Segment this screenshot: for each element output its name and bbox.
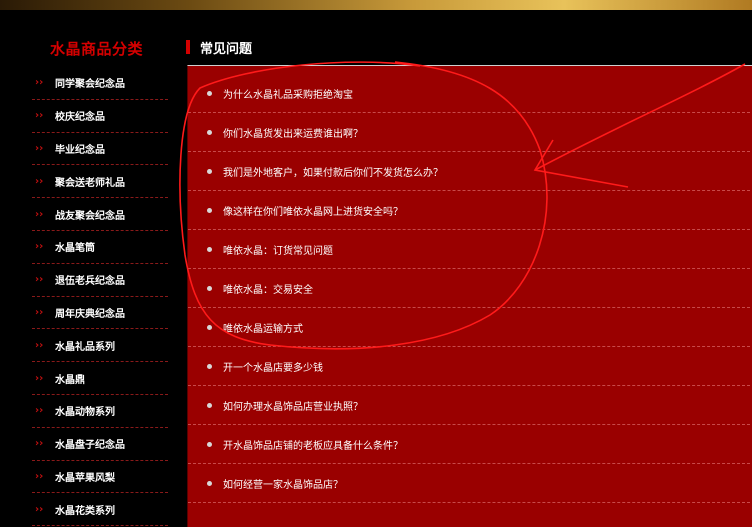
- double-chevron-icon: ››: [35, 175, 44, 187]
- sidebar-item-label[interactable]: 同学聚会纪念品: [55, 75, 125, 90]
- sidebar-item-label[interactable]: 退伍老兵纪念品: [55, 272, 125, 287]
- double-chevron-icon: ››: [35, 110, 44, 122]
- faq-item[interactable]: 你们水晶货发出来运费谁出啊？: [188, 113, 750, 152]
- double-chevron-icon: ››: [35, 306, 44, 318]
- double-chevron-icon: ››: [35, 142, 44, 154]
- sidebar-item[interactable]: ›› 水晶花类系列: [32, 493, 168, 527]
- faq-link[interactable]: 像这样在你们唯依水晶网上进货安全吗？: [223, 203, 403, 218]
- sidebar-item-label[interactable]: 水晶礼品系列: [55, 338, 115, 353]
- bullet-icon: [207, 168, 212, 174]
- sidebar-item[interactable]: ›› 周年庆典纪念品: [32, 297, 168, 330]
- faq-link[interactable]: 如何办理水晶饰品店营业执照？: [223, 398, 363, 413]
- faq-item[interactable]: 开水晶饰品店铺的老板应具备什么条件？: [188, 425, 750, 464]
- sidebar-item[interactable]: ›› 校庆纪念品: [32, 100, 168, 133]
- sidebar-item[interactable]: ›› 退伍老兵纪念品: [32, 264, 168, 297]
- bullet-icon: [207, 90, 212, 96]
- double-chevron-icon: ››: [35, 241, 44, 253]
- faq-item[interactable]: 我们是外地客户，如果付款后你们不发货怎么办？: [188, 152, 750, 191]
- faq-link[interactable]: 开水晶饰品店铺的老板应具备什么条件？: [223, 437, 403, 452]
- main-header: 常见问题: [186, 38, 253, 57]
- bullet-icon: [207, 246, 212, 252]
- page-title: 常见问题: [200, 41, 253, 57]
- category-list: ›› 同学聚会纪念品 ›› 校庆纪念品 ›› 毕业纪念品 ›› 聚会送老师礼品 ›› 战友聚会纪念…: [32, 67, 168, 527]
- faq-link[interactable]: 如何经营一家水晶饰品店？: [223, 476, 343, 491]
- bullet-icon: [207, 363, 212, 369]
- bullet-icon: [207, 402, 212, 408]
- double-chevron-icon: ››: [35, 339, 44, 351]
- sidebar-item-label[interactable]: 水晶笔筒: [55, 239, 95, 254]
- double-chevron-icon: ››: [35, 372, 44, 384]
- faq-panel: 为什么水晶礼品采购拒绝淘宝 你们水晶货发出来运费谁出啊？ 我们是外地客户，如果付款后…: [187, 65, 752, 527]
- sidebar-item[interactable]: ›› 战友聚会纪念品: [32, 198, 168, 231]
- double-chevron-icon: ››: [35, 405, 44, 417]
- sidebar-item-label[interactable]: 周年庆典纪念品: [55, 305, 125, 320]
- double-chevron-icon: ››: [35, 77, 44, 89]
- bullet-icon: [207, 441, 212, 447]
- sidebar-item[interactable]: ›› 水晶鼎: [32, 362, 168, 395]
- faq-link[interactable]: 开一个水晶店要多少钱: [223, 359, 323, 374]
- title-marker: [186, 40, 190, 54]
- sidebar-title: 水晶商品分类: [50, 40, 144, 58]
- bullet-icon: [207, 285, 212, 291]
- double-chevron-icon: ››: [35, 274, 44, 286]
- sidebar-item[interactable]: ›› 水晶盘子纪念品: [32, 428, 168, 461]
- bullet-icon: [207, 324, 212, 330]
- sidebar-item-label[interactable]: 战友聚会纪念品: [55, 207, 125, 222]
- double-chevron-icon: ››: [35, 503, 44, 515]
- double-chevron-icon: ››: [35, 470, 44, 482]
- faq-item[interactable]: 如何经营一家水晶饰品店？: [188, 464, 750, 503]
- sidebar-item[interactable]: ›› 水晶动物系列: [32, 395, 168, 428]
- category-sidebar: 水晶商品分类 ›› 同学聚会纪念品 ›› 校庆纪念品 ›› 毕业纪念品 ›› 聚会送老师礼品 ›…: [0, 10, 186, 527]
- sidebar-item-label[interactable]: 水晶苹果风梨: [55, 469, 115, 484]
- faq-item[interactable]: 为什么水晶礼品采购拒绝淘宝: [188, 74, 750, 113]
- faq-item[interactable]: 像这样在你们唯依水晶网上进货安全吗？: [188, 191, 750, 230]
- sidebar-item[interactable]: ›› 水晶礼品系列: [32, 329, 168, 363]
- sidebar-item-label[interactable]: 毕业纪念品: [55, 141, 105, 156]
- faq-item[interactable]: 唯依水晶运输方式: [188, 308, 750, 347]
- faq-item[interactable]: 如何办理水晶饰品店营业执照？: [188, 386, 750, 425]
- sidebar-item-label[interactable]: 水晶花类系列: [55, 502, 115, 517]
- faq-link[interactable]: 你们水晶货发出来运费谁出啊？: [223, 125, 363, 140]
- faq-list: 为什么水晶礼品采购拒绝淘宝 你们水晶货发出来运费谁出啊？ 我们是外地客户，如果付款后…: [188, 74, 750, 503]
- bullet-icon: [207, 480, 212, 486]
- sidebar-item-label[interactable]: 校庆纪念品: [55, 108, 105, 123]
- sidebar-item[interactable]: ›› 同学聚会纪念品: [32, 67, 168, 100]
- faq-link[interactable]: 唯依水晶运输方式: [223, 320, 303, 335]
- faq-item[interactable]: 开一个水晶店要多少钱: [188, 347, 750, 386]
- faq-link[interactable]: 我们是外地客户，如果付款后你们不发货怎么办？: [223, 164, 443, 179]
- bullet-icon: [207, 207, 212, 213]
- sidebar-item[interactable]: ›› 水晶苹果风梨: [32, 461, 168, 494]
- sidebar-item-label[interactable]: 水晶鼎: [55, 371, 85, 386]
- top-banner-strip: [0, 0, 752, 10]
- faq-item[interactable]: 唯依水晶：订货常见问题: [188, 230, 750, 269]
- faq-item[interactable]: 唯依水晶：交易安全: [188, 269, 750, 308]
- sidebar-item[interactable]: ›› 聚会送老师礼品: [32, 165, 168, 199]
- faq-link[interactable]: 唯依水晶：交易安全: [223, 281, 313, 296]
- faq-link[interactable]: 唯依水晶：订货常见问题: [223, 242, 333, 257]
- sidebar-item-label[interactable]: 水晶动物系列: [55, 403, 115, 418]
- faq-link[interactable]: 为什么水晶礼品采购拒绝淘宝: [223, 86, 353, 101]
- double-chevron-icon: ››: [35, 438, 44, 450]
- sidebar-item[interactable]: ›› 毕业纪念品: [32, 133, 168, 166]
- sidebar-item-label[interactable]: 水晶盘子纪念品: [55, 436, 125, 451]
- bullet-icon: [207, 129, 212, 135]
- sidebar-item[interactable]: ›› 水晶笔筒: [32, 231, 168, 264]
- sidebar-item-label[interactable]: 聚会送老师礼品: [55, 174, 125, 189]
- double-chevron-icon: ››: [35, 208, 44, 220]
